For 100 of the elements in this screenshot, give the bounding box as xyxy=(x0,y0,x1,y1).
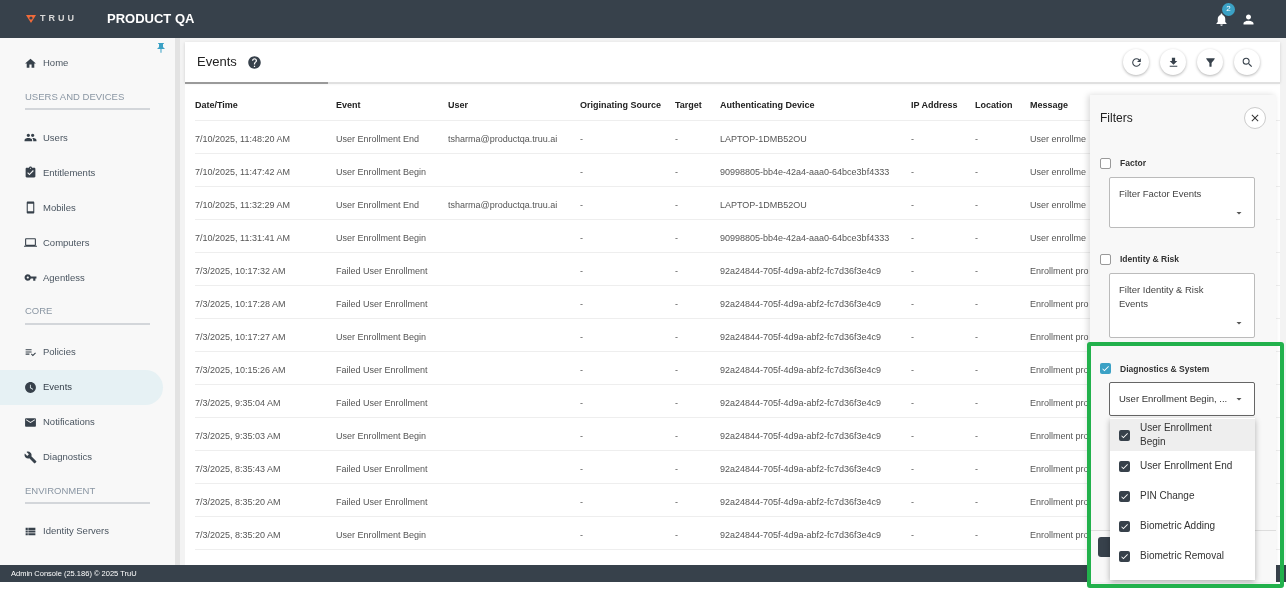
check-icon xyxy=(1120,461,1129,471)
sidebar-item[interactable]: Agentless xyxy=(0,260,163,296)
sidebar-item[interactable]: Mobiles xyxy=(0,190,163,226)
checkbox[interactable] xyxy=(1119,490,1130,502)
select-field[interactable]: Filter Factor Events xyxy=(1109,176,1255,228)
dropdown-option[interactable]: PIN Change xyxy=(1110,481,1255,511)
select-field[interactable]: User Enrollment Begin, ... xyxy=(1109,382,1255,417)
panel-title: Filters xyxy=(1100,110,1133,127)
table-cell: - xyxy=(675,365,678,375)
table-cell: User Enrollment Begin xyxy=(336,530,427,540)
sidebar-item[interactable]: Entitlements xyxy=(0,155,163,191)
sidebar-item[interactable]: Policies xyxy=(0,334,163,370)
sidebar-item[interactable]: Identity Servers xyxy=(0,513,163,549)
table-cell: - xyxy=(911,167,914,177)
table-cell: 7/3/2025, 9:35:03 AM xyxy=(195,431,281,441)
table-cell: - xyxy=(911,365,914,375)
table-cell: - xyxy=(911,464,914,474)
sidebar-item[interactable]: Events xyxy=(0,369,163,405)
table-cell: 7/3/2025, 8:35:20 AM xyxy=(195,497,281,507)
column-header[interactable]: Authenticating Device xyxy=(720,100,815,110)
column-header[interactable]: Date/Time xyxy=(195,100,238,110)
checkbox[interactable] xyxy=(1119,460,1130,472)
column-header[interactable]: User xyxy=(448,100,468,110)
table-cell: - xyxy=(675,200,678,210)
notification-badge: 2 xyxy=(1222,2,1235,16)
column-header[interactable]: Event xyxy=(336,100,361,110)
table-cell: - xyxy=(975,332,978,342)
clipboard-check-icon xyxy=(24,166,37,180)
check-icon xyxy=(1120,430,1129,440)
column-header[interactable]: Target xyxy=(675,100,702,110)
mail-icon xyxy=(24,415,37,429)
sidebar-item[interactable]: Users xyxy=(0,120,163,156)
category-label: Factor xyxy=(1120,157,1146,170)
help-icon[interactable] xyxy=(246,54,262,70)
checkbox[interactable] xyxy=(1119,520,1130,532)
check-icon xyxy=(1101,364,1110,374)
sidebar-item[interactable]: Home xyxy=(0,46,163,81)
laptop-icon xyxy=(24,236,37,250)
close-button[interactable] xyxy=(1244,107,1266,129)
dropdown-option[interactable]: Biometric Removal xyxy=(1110,541,1255,571)
table-cell: User enrollme xyxy=(1030,233,1087,243)
refresh-button[interactable] xyxy=(1123,49,1149,75)
table-cell: 7/3/2025, 8:35:43 AM xyxy=(195,464,281,474)
dropdown-option[interactable]: User Enrollment End xyxy=(1110,451,1255,481)
table-cell: - xyxy=(580,431,583,441)
pin-icon[interactable] xyxy=(155,42,167,54)
table-cell: - xyxy=(975,431,978,441)
table-cell: User enrollme xyxy=(1030,134,1087,144)
sidebar-item[interactable]: Notifications xyxy=(0,404,163,440)
table-cell: - xyxy=(580,266,583,276)
table-cell: 92a24844-705f-4d9a-abf2-fc7d36f3e4c9 xyxy=(720,332,882,342)
section-heading: ENVIRONMENT xyxy=(25,483,150,504)
table-cell: 92a24844-705f-4d9a-abf2-fc7d36f3e4c9 xyxy=(720,530,882,540)
phone-icon xyxy=(24,201,37,215)
table-cell: - xyxy=(580,134,583,144)
table-cell: - xyxy=(580,398,583,408)
table-cell: - xyxy=(580,530,583,540)
checkbox[interactable] xyxy=(1119,429,1130,441)
bell-icon[interactable] xyxy=(1214,11,1229,27)
filter-button[interactable] xyxy=(1197,49,1223,75)
sidebar-item[interactable]: Computers xyxy=(0,225,163,261)
dropdown-option[interactable]: Biometric Adding xyxy=(1110,511,1255,541)
download-button[interactable] xyxy=(1160,49,1186,75)
select-field[interactable]: Filter Identity & Risk Events xyxy=(1109,272,1255,338)
table-cell: - xyxy=(675,299,678,309)
checkbox[interactable] xyxy=(1100,253,1111,265)
home-icon xyxy=(24,57,37,70)
table-cell: - xyxy=(675,431,678,441)
table-cell: - xyxy=(975,497,978,507)
dropdown-option[interactable]: User Enrollment Begin xyxy=(1110,419,1255,451)
table-cell: 7/10/2025, 11:48:20 AM xyxy=(195,134,290,144)
table-cell: - xyxy=(675,134,678,144)
table-cell: 92a24844-705f-4d9a-abf2-fc7d36f3e4c9 xyxy=(720,266,882,276)
table-cell: 92a24844-705f-4d9a-abf2-fc7d36f3e4c9 xyxy=(720,365,882,375)
sidebar-item[interactable]: Diagnostics xyxy=(0,439,163,475)
table-cell: 7/10/2025, 11:47:42 AM xyxy=(195,167,290,177)
table-cell: User Enrollment Begin xyxy=(336,332,427,342)
table-cell: User Enrollment End xyxy=(336,200,420,210)
table-cell: - xyxy=(675,167,678,177)
table-cell: - xyxy=(675,497,678,507)
table-cell: 92a24844-705f-4d9a-abf2-fc7d36f3e4c9 xyxy=(720,299,882,309)
column-header[interactable]: Message xyxy=(1030,100,1069,110)
check-icon xyxy=(1120,491,1129,501)
table-cell: - xyxy=(911,200,914,210)
table-cell: - xyxy=(911,398,914,408)
table-cell: - xyxy=(911,530,914,540)
table-cell: 7/10/2025, 11:31:41 AM xyxy=(195,233,290,243)
table-cell: - xyxy=(975,299,978,309)
table-cell: User Enrollment End xyxy=(336,134,420,144)
table-cell: Enrollment pro xyxy=(1030,299,1089,309)
checkbox[interactable] xyxy=(1100,363,1111,375)
workspace-title: PRODUCT QA xyxy=(107,10,195,29)
clock-icon xyxy=(24,380,37,394)
column-header[interactable]: Location xyxy=(975,100,1013,110)
table-cell: - xyxy=(675,233,678,243)
checkbox[interactable] xyxy=(1119,550,1130,562)
checkbox[interactable] xyxy=(1100,157,1111,169)
column-header[interactable]: IP Address xyxy=(911,100,958,110)
search-button[interactable] xyxy=(1234,49,1260,75)
column-header[interactable]: Originating Source xyxy=(580,100,661,110)
